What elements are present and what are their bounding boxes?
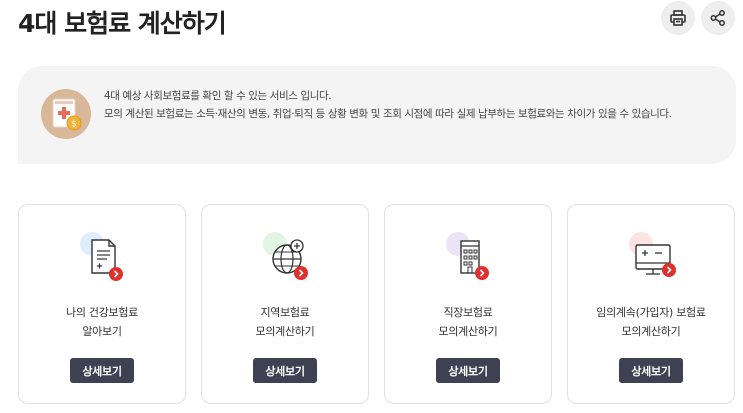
building-icon xyxy=(445,229,509,291)
globe-plus-icon xyxy=(262,229,326,291)
share-icon xyxy=(710,10,725,26)
card-title: 직장보험료 모의계산하기 xyxy=(438,306,498,338)
calculator-monitor-icon xyxy=(628,229,692,291)
detail-button[interactable]: 상세보기 xyxy=(619,358,683,383)
svg-text:$: $ xyxy=(71,120,77,130)
card-title: 나의 건강보험료 알아보기 xyxy=(66,306,138,338)
info-notice: $ 4대 예상 사회보험료를 확인 할 수 있는 서비스 입니다. 모의 계산된… xyxy=(18,66,736,164)
card-workplace-insurance: 직장보험료 모의계산하기 상세보기 xyxy=(384,204,552,404)
insurance-document-coin-icon: $ xyxy=(41,89,91,139)
card-voluntary-insurance: 임의계속(가입자) 보험료 모의계산하기 상세보기 xyxy=(567,204,735,404)
info-text: 4대 예상 사회보험료를 확인 할 수 있는 서비스 입니다. 모의 계산된 보… xyxy=(104,87,714,123)
printer-icon xyxy=(670,10,686,26)
card-health-insurance: 나의 건강보험료 알아보기 상세보기 xyxy=(18,204,186,404)
detail-button[interactable]: 상세보기 xyxy=(436,358,500,383)
card-title: 지역보험료 모의계산하기 xyxy=(255,306,315,338)
share-button[interactable] xyxy=(701,1,735,35)
card-regional-insurance: 지역보험료 모의계산하기 상세보기 xyxy=(201,204,369,404)
info-line-1: 4대 예상 사회보험료를 확인 할 수 있는 서비스 입니다. xyxy=(104,90,332,102)
info-line-2: 모의 계산된 보험료는 소득·재산의 변동, 취업·퇴직 등 상황 변화 및 조… xyxy=(104,108,672,120)
document-plus-icon xyxy=(79,229,143,291)
page-title: 4대 보험료 계산하기 xyxy=(18,9,227,38)
detail-button[interactable]: 상세보기 xyxy=(70,358,134,383)
detail-button[interactable]: 상세보기 xyxy=(253,358,317,383)
card-title: 임의계속(가입자) 보험료 모의계산하기 xyxy=(596,306,706,338)
print-button[interactable] xyxy=(661,1,695,35)
